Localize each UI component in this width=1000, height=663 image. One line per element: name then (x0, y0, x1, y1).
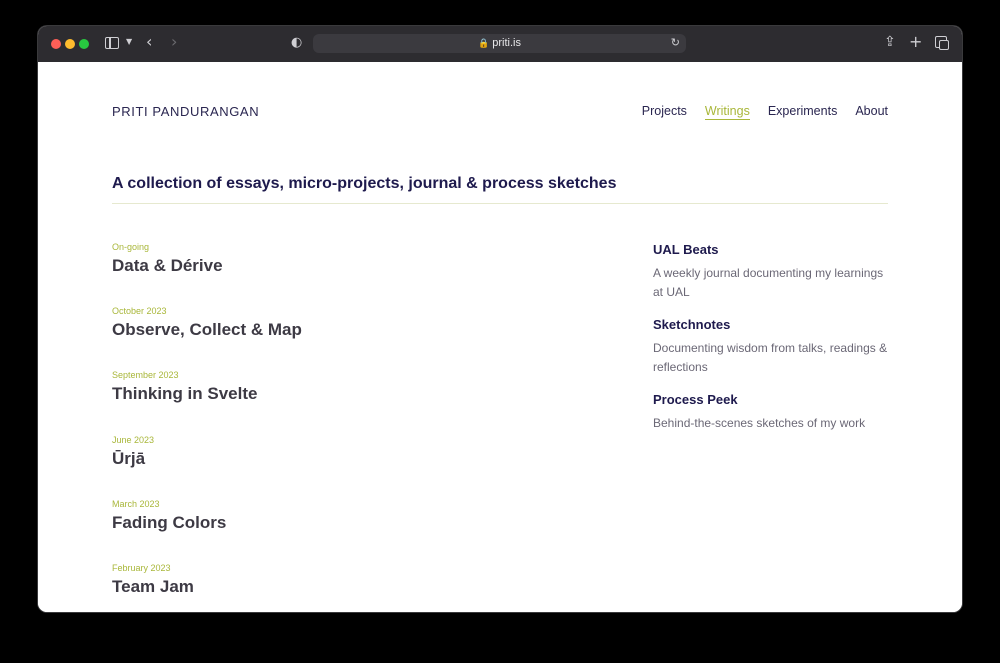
writing-item[interactable]: October 2023 Observe, Collect & Map (112, 306, 592, 370)
browser-window: ▼ ‹ › ◐ 🔒 priti.is ↻ ⇪ + PRITI PANDURANGA… (38, 26, 962, 612)
reload-icon[interactable]: ↻ (671, 34, 680, 53)
sidebar-collections: UAL Beats A weekly journal documenting m… (653, 242, 893, 448)
privacy-shield-icon[interactable]: ◐ (291, 36, 302, 49)
nav-writings[interactable]: Writings (704, 104, 750, 120)
writing-title[interactable]: Observe, Collect & Map (112, 320, 592, 340)
writing-item[interactable]: March 2023 Fading Colors (112, 499, 592, 563)
tab-overview-icon[interactable] (935, 36, 949, 50)
collection-description: Documenting wisdom from talks, readings … (653, 341, 888, 374)
chevron-down-icon[interactable]: ▼ (126, 38, 132, 46)
address-bar[interactable]: 🔒 priti.is ↻ (313, 34, 686, 53)
writings-list: On-going Data & Dérive October 2023 Obse… (112, 242, 592, 612)
collection-item[interactable]: Process Peek Behind-the-scenes sketches … (653, 392, 893, 433)
writing-item[interactable]: June 2023 Ūrjā (112, 435, 592, 499)
site-title[interactable]: PRITI PANDURANGAN (112, 104, 259, 119)
collection-title[interactable]: Sketchnotes (653, 317, 893, 332)
lock-icon: 🔒 (478, 38, 490, 48)
writing-date: October 2023 (112, 306, 167, 317)
collection-description: Behind-the-scenes sketches of my work (653, 416, 866, 430)
writing-title[interactable]: Thinking in Svelte (112, 384, 592, 404)
writing-title[interactable]: Data & Dérive (112, 256, 592, 276)
writing-item[interactable]: On-going Data & Dérive (112, 242, 592, 306)
writing-item[interactable]: September 2023 Thinking in Svelte (112, 370, 592, 434)
collection-title[interactable]: Process Peek (653, 392, 893, 407)
browser-toolbar: ▼ ‹ › ◐ 🔒 priti.is ↻ ⇪ + (38, 26, 962, 63)
collection-item[interactable]: Sketchnotes Documenting wisdom from talk… (653, 317, 893, 377)
nav-experiments[interactable]: Experiments (768, 104, 837, 120)
writing-date: September 2023 (112, 370, 179, 381)
collection-item[interactable]: UAL Beats A weekly journal documenting m… (653, 242, 893, 302)
writing-date: On-going (112, 242, 150, 252)
collection-title[interactable]: UAL Beats (653, 242, 893, 257)
main-nav: Projects Writings Experiments About (642, 104, 888, 120)
web-page: PRITI PANDURANGAN Projects Writings Expe… (38, 62, 962, 612)
nav-projects[interactable]: Projects (642, 104, 687, 120)
writing-title[interactable]: Fading Colors (112, 513, 592, 533)
nav-about[interactable]: About (855, 104, 888, 120)
close-window-button[interactable] (51, 39, 61, 49)
sidebar-icon[interactable] (105, 37, 119, 49)
collection-description: A weekly journal documenting my learning… (653, 266, 884, 299)
forward-icon[interactable]: › (171, 34, 177, 50)
minimize-window-button[interactable] (65, 39, 75, 49)
writing-date: June 2023 (112, 434, 155, 445)
writing-date: March 2023 (112, 498, 160, 509)
writing-item[interactable]: February 2023 Team Jam (112, 563, 592, 612)
back-icon[interactable]: ‹ (146, 34, 152, 50)
writing-title[interactable]: Team Jam (112, 577, 592, 597)
page-headline: A collection of essays, micro-projects, … (112, 175, 888, 204)
address-url: priti.is (492, 37, 521, 49)
maximize-window-button[interactable] (79, 39, 89, 49)
writing-title[interactable]: Ūrjā (112, 449, 592, 469)
new-tab-icon[interactable]: + (909, 34, 922, 50)
writing-date: February 2023 (112, 562, 171, 573)
share-icon[interactable]: ⇪ (884, 35, 896, 49)
